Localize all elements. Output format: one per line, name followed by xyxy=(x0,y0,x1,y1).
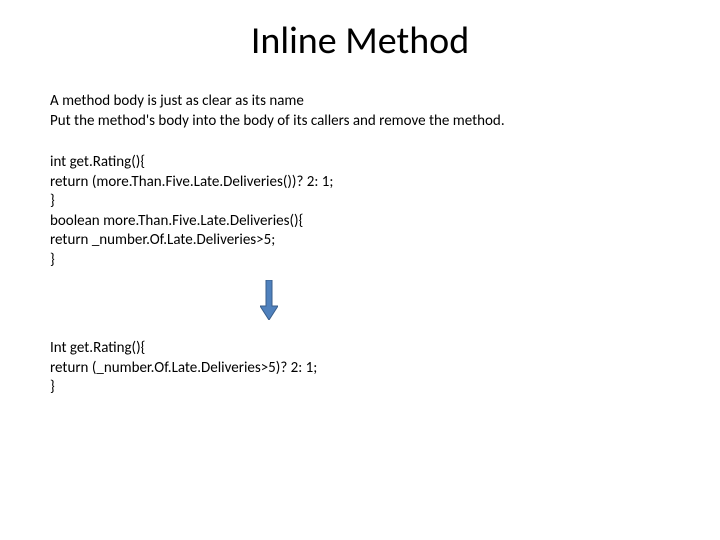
arrow-container xyxy=(50,280,670,325)
code-line: } xyxy=(50,192,670,212)
down-arrow-icon xyxy=(260,280,278,325)
code-line: } xyxy=(50,378,670,398)
code-line: return (_number.Of.Late.Deliveries>5)? 2… xyxy=(50,359,670,379)
slide: Inline Method A method body is just as c… xyxy=(0,0,720,418)
code-before-block: int get.Rating(){ return (more.Than.Five… xyxy=(50,153,670,270)
code-line: return (more.Than.Five.Late.Deliveries()… xyxy=(50,173,670,193)
arrow-path xyxy=(260,280,278,320)
code-line: boolean more.Than.Five.Late.Deliveries()… xyxy=(50,212,670,232)
code-after-block: Int get.Rating(){ return (_number.Of.Lat… xyxy=(50,339,670,398)
code-line: Int get.Rating(){ xyxy=(50,339,670,359)
description-line: A method body is just as clear as its na… xyxy=(50,92,670,112)
description-line: Put the method's body into the body of i… xyxy=(50,112,670,132)
code-line: } xyxy=(50,251,670,271)
code-line: int get.Rating(){ xyxy=(50,153,670,173)
slide-title: Inline Method xyxy=(50,18,670,64)
description-block: A method body is just as clear as its na… xyxy=(50,92,670,131)
code-line: return _number.Of.Late.Deliveries>5; xyxy=(50,231,670,251)
